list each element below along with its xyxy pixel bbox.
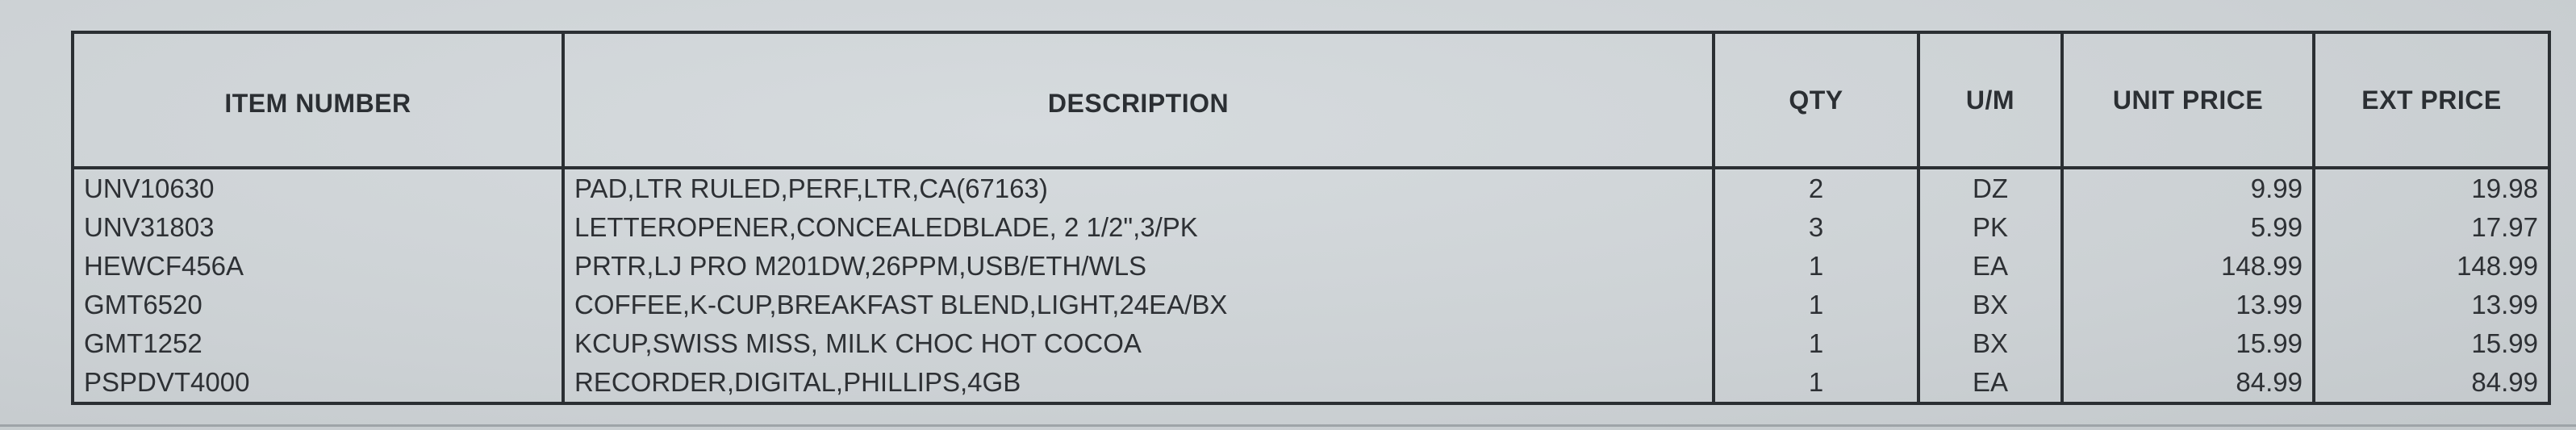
header-ext-price: EXT PRICE xyxy=(2312,31,2551,169)
qty-cell: 1 xyxy=(1712,324,1920,363)
qty-cell: 1 xyxy=(1712,286,1920,324)
ext-price-cell: 148.99 xyxy=(2312,247,2551,286)
qty-cell: 2 xyxy=(1712,168,1920,208)
line-items-table: ITEM NUMBER DESCRIPTION QTY U/M UNIT PRI… xyxy=(71,31,2551,405)
item-number-cell: GMT1252 xyxy=(71,324,565,363)
table-row: GMT6520 COFFEE,K-CUP,BREAKFAST BLEND,LIG… xyxy=(71,286,2551,324)
description-cell: KCUP,SWISS MISS, MILK CHOC HOT COCOA xyxy=(562,324,1715,363)
um-cell: BX xyxy=(1917,324,2064,363)
item-number-cell: HEWCF456A xyxy=(71,247,565,286)
ext-price-cell: 15.99 xyxy=(2312,324,2551,363)
unit-price-cell: 9.99 xyxy=(2060,168,2315,208)
item-number-cell: UNV31803 xyxy=(71,208,565,247)
qty-cell: 1 xyxy=(1712,247,1920,286)
description-cell: LETTEROPENER,CONCEALEDBLADE, 2 1/2",3/PK xyxy=(562,208,1715,247)
table-header-row: ITEM NUMBER DESCRIPTION QTY U/M UNIT PRI… xyxy=(71,31,2551,169)
um-cell: PK xyxy=(1917,208,2064,247)
page-rule xyxy=(0,424,2576,427)
um-cell: BX xyxy=(1917,286,2064,324)
description-cell: RECORDER,DIGITAL,PHILLIPS,4GB xyxy=(562,363,1715,405)
table-row: UNV10630 PAD,LTR RULED,PERF,LTR,CA(67163… xyxy=(71,168,2551,208)
unit-price-cell: 5.99 xyxy=(2060,208,2315,247)
table-row: GMT1252 KCUP,SWISS MISS, MILK CHOC HOT C… xyxy=(71,324,2551,363)
item-number-cell: PSPDVT4000 xyxy=(71,363,565,405)
table-row: UNV31803 LETTEROPENER,CONCEALEDBLADE, 2 … xyxy=(71,208,2551,247)
unit-price-cell: 15.99 xyxy=(2060,324,2315,363)
item-number-cell: UNV10630 xyxy=(71,168,565,208)
ext-price-cell: 19.98 xyxy=(2312,168,2551,208)
item-number-cell: GMT6520 xyxy=(71,286,565,324)
um-cell: DZ xyxy=(1917,168,2064,208)
table-row: HEWCF456A PRTR,LJ PRO M201DW,26PPM,USB/E… xyxy=(71,247,2551,286)
unit-price-cell: 148.99 xyxy=(2060,247,2315,286)
unit-price-cell: 84.99 xyxy=(2060,363,2315,405)
header-unit-price: UNIT PRICE xyxy=(2060,31,2315,169)
unit-price-cell: 13.99 xyxy=(2060,286,2315,324)
um-cell: EA xyxy=(1917,363,2064,405)
header-item-number: ITEM NUMBER xyxy=(71,31,565,169)
description-cell: PRTR,LJ PRO M201DW,26PPM,USB/ETH/WLS xyxy=(562,247,1715,286)
ext-price-cell: 84.99 xyxy=(2312,363,2551,405)
description-cell: PAD,LTR RULED,PERF,LTR,CA(67163) xyxy=(562,168,1715,208)
ext-price-cell: 17.97 xyxy=(2312,208,2551,247)
ext-price-cell: 13.99 xyxy=(2312,286,2551,324)
description-cell: COFFEE,K-CUP,BREAKFAST BLEND,LIGHT,24EA/… xyxy=(562,286,1715,324)
qty-cell: 1 xyxy=(1712,363,1920,405)
header-description: DESCRIPTION xyxy=(562,31,1715,169)
qty-cell: 3 xyxy=(1712,208,1920,247)
table-row: PSPDVT4000 RECORDER,DIGITAL,PHILLIPS,4GB… xyxy=(71,363,2551,405)
header-um: U/M xyxy=(1917,31,2064,169)
um-cell: EA xyxy=(1917,247,2064,286)
invoice-sheet: ITEM NUMBER DESCRIPTION QTY U/M UNIT PRI… xyxy=(0,0,2576,430)
header-qty: QTY xyxy=(1712,31,1920,169)
